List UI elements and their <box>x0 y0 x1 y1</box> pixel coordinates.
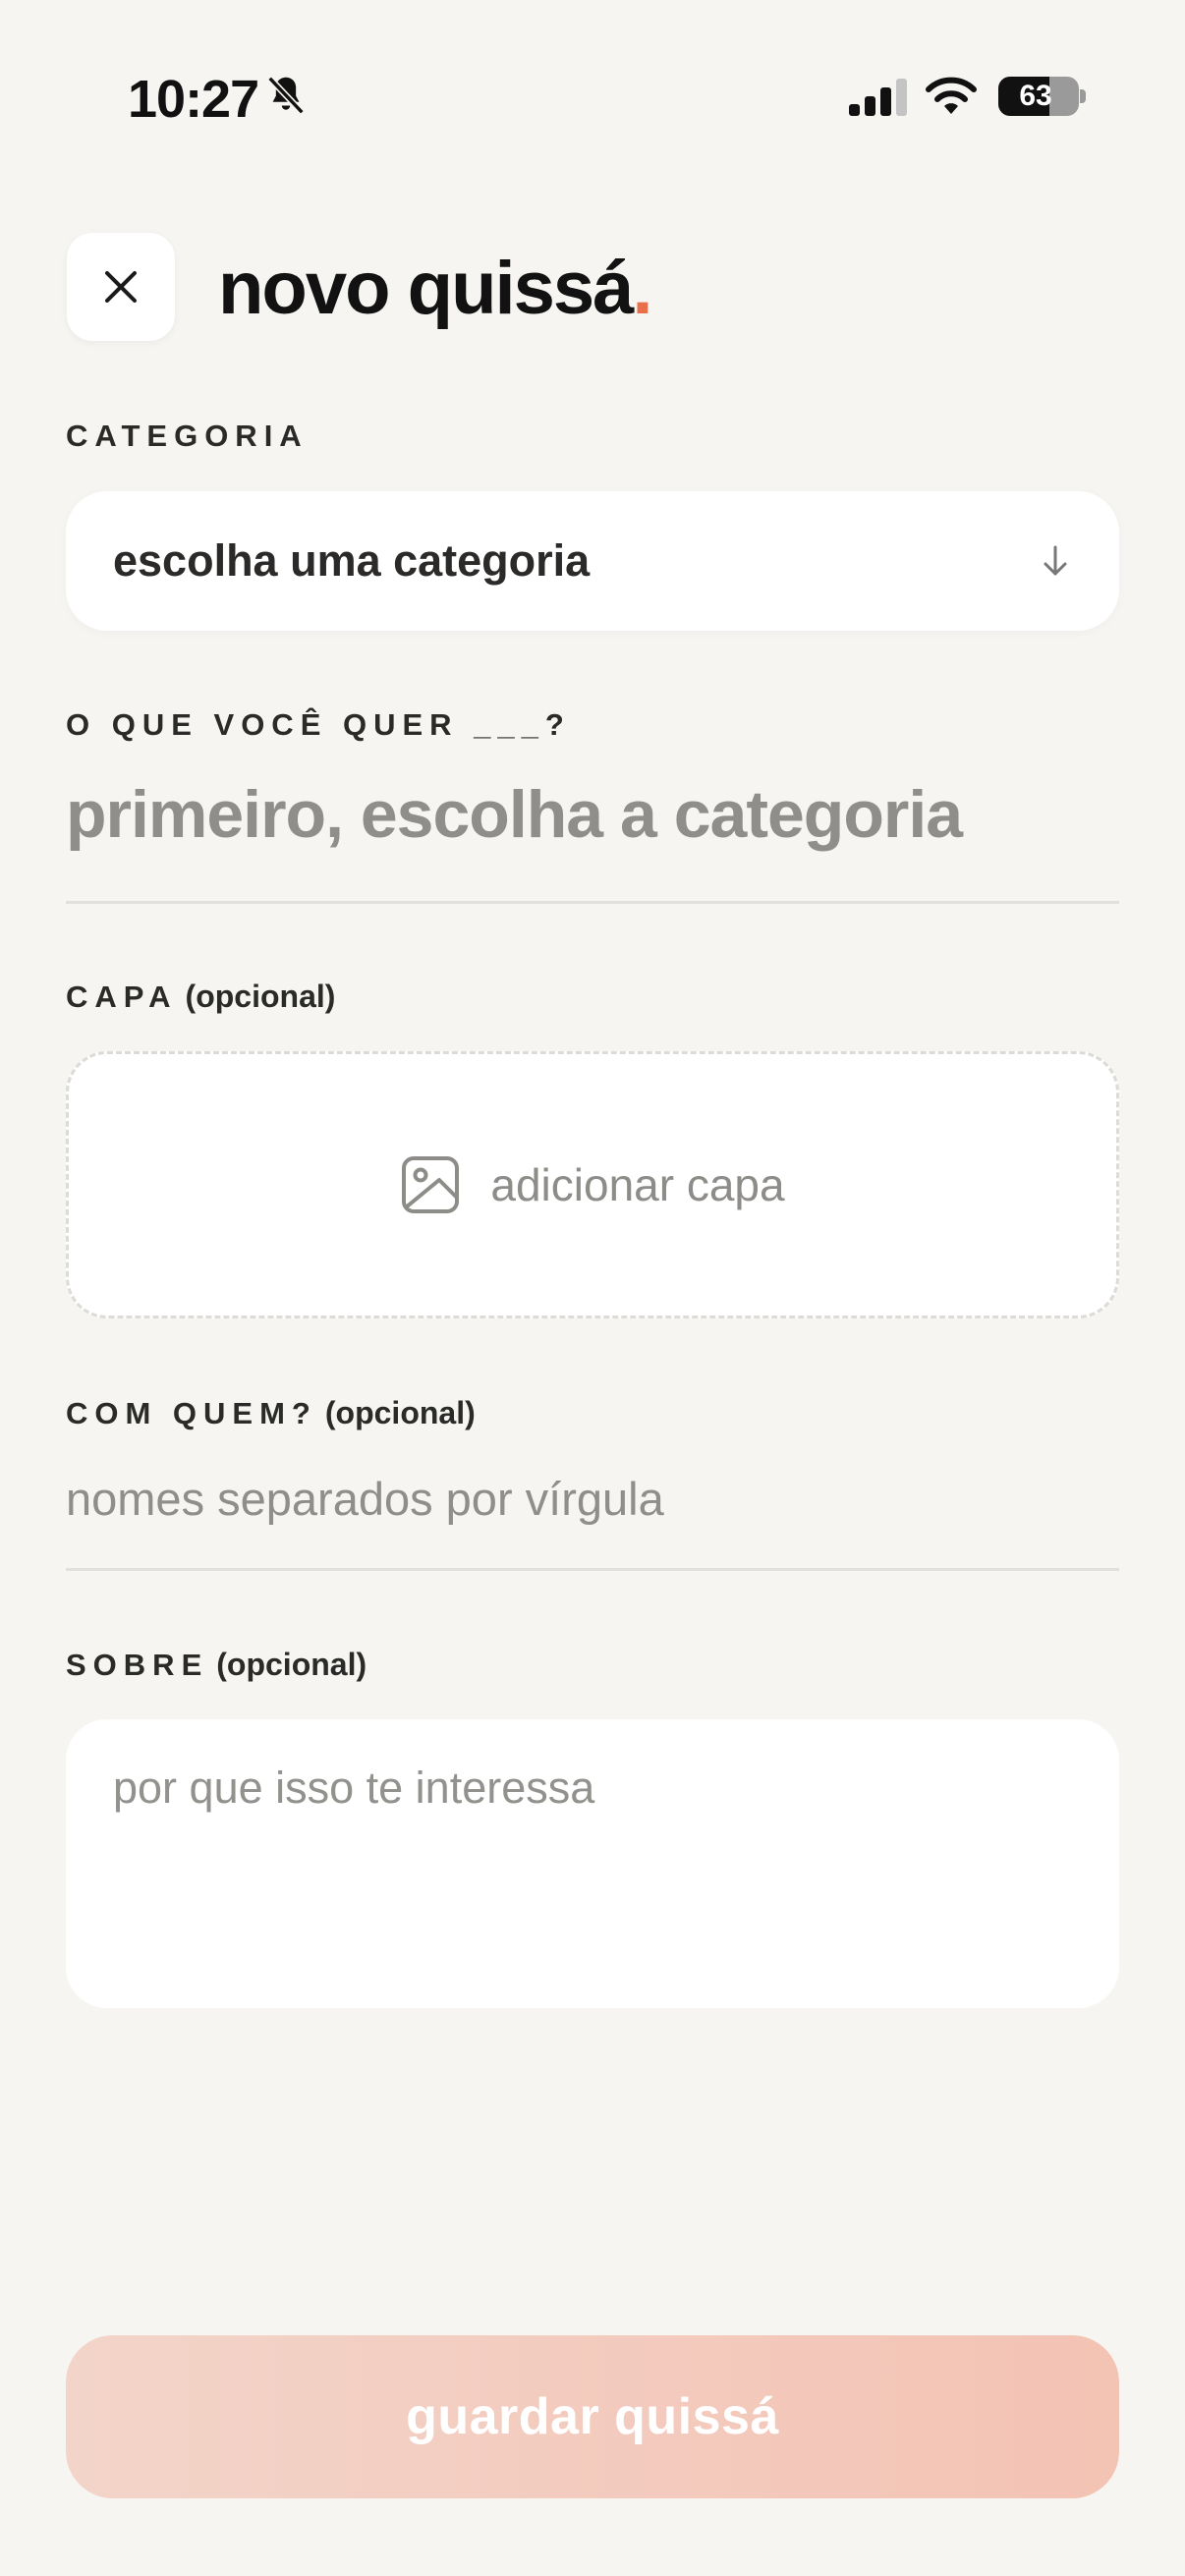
what-label: O QUE VOCÊ QUER ___? <box>66 707 571 742</box>
with-whom-label: COM QUEM? (opcional) <box>66 1395 476 1431</box>
battery-indicator: 63 <box>998 77 1079 116</box>
status-time: 10:27 <box>128 70 259 129</box>
what-input[interactable]: primeiro, escolha a categoria <box>66 776 1119 853</box>
cover-label-text: CAPA <box>66 980 178 1014</box>
page-title-accent-dot: . <box>632 247 652 330</box>
image-icon <box>402 1156 460 1213</box>
what-input-underline <box>66 901 1119 904</box>
arrow-down-icon <box>1044 545 1067 576</box>
about-placeholder: por que isso te interessa <box>113 1763 595 1813</box>
close-button[interactable] <box>67 233 175 341</box>
battery-level: 63 <box>1019 80 1052 112</box>
category-label: CATEGORIA <box>66 419 309 453</box>
close-icon <box>105 271 137 303</box>
with-whom-label-text: COM QUEM? <box>66 1396 317 1430</box>
with-whom-optional: (opcional) <box>324 1395 476 1430</box>
add-cover-button[interactable]: adicionar capa <box>66 1051 1119 1318</box>
bell-off-icon <box>267 76 305 115</box>
add-cover-label: adicionar capa <box>490 1159 785 1210</box>
cover-label: CAPA (opcional) <box>66 979 335 1015</box>
page-title: novo quissá. <box>218 244 653 334</box>
about-label-text: SOBRE <box>66 1648 209 1682</box>
signal-icon <box>849 79 907 116</box>
new-quissa-screen: 10:27 63 novo quissá. CATEGORIA escolha … <box>0 0 1185 2576</box>
battery-tip <box>1080 89 1086 103</box>
about-optional: (opcional) <box>216 1647 367 1682</box>
cover-optional: (opcional) <box>185 979 336 1014</box>
with-whom-input[interactable]: nomes separados por vírgula <box>66 1472 1119 1526</box>
wifi-icon <box>926 77 977 114</box>
category-select-value: escolha uma categoria <box>113 535 591 586</box>
about-textarea[interactable]: por que isso te interessa <box>66 1719 1119 2008</box>
category-select[interactable]: escolha uma categoria <box>66 491 1119 631</box>
with-whom-underline <box>66 1568 1119 1571</box>
page-title-text: novo quissá <box>218 247 634 330</box>
save-quissa-button[interactable]: guardar quissá <box>66 2335 1119 2498</box>
about-label: SOBRE (opcional) <box>66 1647 367 1683</box>
